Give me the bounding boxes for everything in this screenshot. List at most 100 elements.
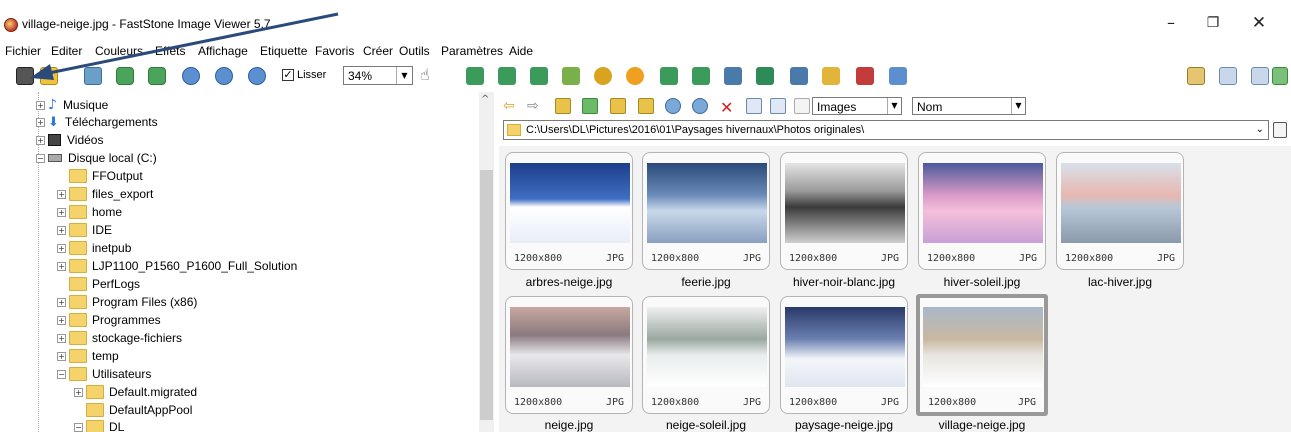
thumbnail-card[interactable]: 1200x800 JPG xyxy=(780,296,908,414)
favorites-icon[interactable] xyxy=(610,98,626,114)
back-icon[interactable]: ⇦ xyxy=(503,98,519,114)
sort-select[interactable]: Nom ▼ xyxy=(912,97,1026,115)
tree-item-ide[interactable]: + IDE xyxy=(57,221,112,239)
tree-item-stockage-fichiers[interactable]: + stockage-fichiers xyxy=(57,329,182,347)
layout-viewer-icon[interactable] xyxy=(1219,67,1237,85)
expand-icon[interactable]: + xyxy=(57,333,66,343)
menu-affichage[interactable]: Affichage xyxy=(198,44,248,58)
tree-item-files-export[interactable]: + files_export xyxy=(57,185,153,203)
menu-effets[interactable]: Effets xyxy=(155,44,185,58)
delete-icon[interactable]: ✕ xyxy=(720,98,736,117)
rotate-right-icon[interactable] xyxy=(692,67,710,85)
tree-item-programmes[interactable]: + Programmes xyxy=(57,311,161,329)
menu-fichier[interactable]: Fichier xyxy=(5,44,41,58)
tree-scrollbar-thumb[interactable] xyxy=(480,170,493,420)
view-details-icon[interactable] xyxy=(794,98,810,114)
scroll-up-icon[interactable]: ^ xyxy=(481,94,489,105)
expand-icon[interactable]: + xyxy=(57,225,66,235)
tree-item-program-files-x86[interactable]: + Program Files (x86) xyxy=(57,293,197,311)
previous-icon[interactable] xyxy=(116,67,134,85)
chevron-down-icon[interactable]: ⌄ xyxy=(1256,124,1264,135)
zoom-select[interactable]: 34% ▼ xyxy=(343,66,413,85)
crop-icon[interactable] xyxy=(466,67,484,85)
thumbnail-card-selected[interactable]: 1200x800 JPG xyxy=(916,294,1048,416)
menu-outils[interactable]: Outils xyxy=(399,44,430,58)
tree-item-default-migrated[interactable]: + Default.migrated xyxy=(74,383,197,401)
camera-icon[interactable] xyxy=(16,67,34,85)
color-icon[interactable] xyxy=(562,67,580,85)
open-folder-icon[interactable] xyxy=(40,67,58,85)
actual-size-icon[interactable] xyxy=(248,67,266,85)
layout-browser-icon[interactable] xyxy=(1187,67,1205,85)
copy-to-icon[interactable] xyxy=(665,98,681,114)
view-thumbnails-icon[interactable] xyxy=(746,98,762,114)
layout-single-icon[interactable] xyxy=(1251,67,1269,85)
menu-etiquette[interactable]: Etiquette xyxy=(260,44,307,58)
menu-creer[interactable]: Créer xyxy=(363,44,393,58)
expand-icon[interactable]: + xyxy=(57,315,66,325)
thumbnail-card[interactable]: 1200x800 JPG xyxy=(642,296,770,414)
expand-icon[interactable]: + xyxy=(57,297,66,307)
chevron-down-icon[interactable]: ▼ xyxy=(1011,98,1025,114)
user-icon[interactable] xyxy=(594,67,612,85)
resize-icon[interactable] xyxy=(498,67,516,85)
expand-icon[interactable]: + xyxy=(57,351,66,361)
tree-item-disque-local[interactable]: − Disque local (C:) xyxy=(36,149,157,167)
tree-item-home[interactable]: + home xyxy=(57,203,122,221)
canvas-icon[interactable] xyxy=(530,67,548,85)
collapse-icon[interactable]: − xyxy=(57,369,66,379)
save-icon[interactable] xyxy=(84,67,102,85)
zoom-out-icon[interactable] xyxy=(215,67,233,85)
path-field[interactable]: C:\Users\DL\Pictures\2016\01\Paysages hi… xyxy=(503,120,1269,140)
email-icon[interactable] xyxy=(822,67,840,85)
expand-icon[interactable]: + xyxy=(57,243,66,253)
expand-icon[interactable]: + xyxy=(57,207,66,217)
tree-item-musique[interactable]: + ♪ Musique xyxy=(36,96,108,114)
chevron-down-icon[interactable]: ▼ xyxy=(887,98,901,114)
tree-item-videos[interactable]: + Vidéos xyxy=(36,131,103,149)
refresh-icon[interactable] xyxy=(582,98,598,114)
expand-icon[interactable]: + xyxy=(74,387,83,397)
collapse-icon[interactable]: − xyxy=(74,422,83,432)
compare-icon[interactable] xyxy=(724,67,742,85)
tree-item-ffoutput[interactable]: FFOutput xyxy=(57,167,143,185)
thumbnail-card[interactable]: 1200x800 JPG xyxy=(918,152,1046,270)
zoom-in-icon[interactable] xyxy=(182,67,200,85)
next-icon[interactable] xyxy=(148,67,166,85)
fullscreen-icon[interactable] xyxy=(1272,67,1288,85)
forward-icon[interactable]: ⇨ xyxy=(527,98,543,114)
tree-item-ljp1100[interactable]: + LJP1100_P1560_P1600_Full_Solution xyxy=(57,257,297,275)
expand-icon[interactable]: + xyxy=(57,189,66,199)
menu-parametres[interactable]: Paramètres xyxy=(441,44,503,58)
chevron-down-icon[interactable]: ▼ xyxy=(396,67,412,84)
sun-icon[interactable] xyxy=(626,67,644,85)
thumbnail-card[interactable]: 1200x800 JPG xyxy=(780,152,908,270)
menu-couleurs[interactable]: Couleurs xyxy=(95,44,143,58)
maximize-button[interactable]: ❐ xyxy=(1198,10,1228,36)
hand-tool-icon[interactable]: ☝ xyxy=(420,65,430,84)
menu-aide[interactable]: Aide xyxy=(509,44,533,58)
desktop-icon[interactable] xyxy=(889,67,907,85)
tree-item-defaultapppool[interactable]: DefaultAppPool xyxy=(74,401,192,419)
expand-icon[interactable]: + xyxy=(57,261,66,271)
slideshow-icon[interactable] xyxy=(756,67,774,85)
tree-item-perflogs[interactable]: PerfLogs xyxy=(57,275,140,293)
move-to-icon[interactable] xyxy=(692,98,708,114)
view-list-icon[interactable] xyxy=(770,98,786,114)
close-button[interactable]: ✕ xyxy=(1244,10,1274,36)
tree-item-temp[interactable]: + temp xyxy=(57,347,119,365)
rotate-left-icon[interactable] xyxy=(660,67,678,85)
thumbnail-card[interactable]: 1200x800 JPG xyxy=(642,152,770,270)
tree-item-telechargements[interactable]: + ⬇ Téléchargements xyxy=(36,113,158,131)
print-icon[interactable] xyxy=(856,67,874,85)
filter-select[interactable]: Images ▼ xyxy=(812,97,902,115)
new-folder-icon[interactable] xyxy=(638,98,654,114)
tree-item-utilisateurs[interactable]: − Utilisateurs xyxy=(57,365,151,383)
thumbnail-card[interactable]: 1200x800 JPG xyxy=(505,296,633,414)
smooth-checkbox[interactable]: ✓ xyxy=(282,69,294,81)
expand-icon[interactable]: + xyxy=(36,117,45,127)
trash-icon[interactable] xyxy=(1273,122,1287,138)
tree-item-inetpub[interactable]: + inetpub xyxy=(57,239,131,257)
tree-item-dl[interactable]: − DL xyxy=(74,418,124,432)
folder-up-icon[interactable] xyxy=(555,98,571,114)
